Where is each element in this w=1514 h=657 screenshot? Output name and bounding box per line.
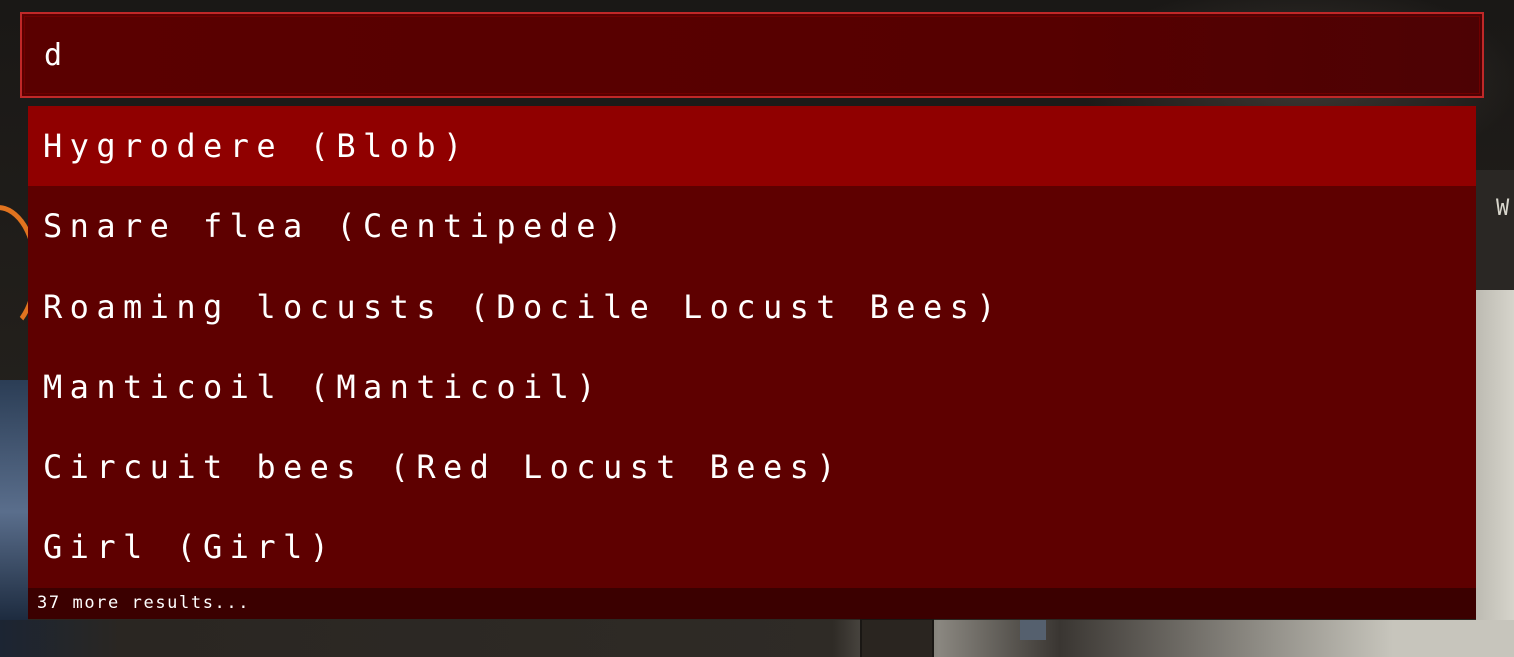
background-wall-light — [1476, 290, 1514, 657]
result-item[interactable]: Circuit bees (Red Locust Bees) — [28, 427, 1476, 508]
background-floor — [0, 620, 1514, 657]
result-item[interactable]: Roaming locusts (Docile Locust Bees) — [28, 266, 1476, 347]
background-panel — [1020, 620, 1046, 640]
background-blue-machine — [0, 380, 28, 620]
results-list: Hygrodere (Blob) Snare flea (Centipede) … — [28, 106, 1476, 588]
background-wall-dark — [1476, 170, 1514, 290]
more-results-label: 37 more results... — [28, 588, 1476, 619]
result-item[interactable]: Manticoil (Manticoil) — [28, 346, 1476, 428]
background-crate — [860, 618, 934, 657]
search-input[interactable] — [44, 32, 1244, 78]
search-box[interactable] — [20, 12, 1484, 98]
background-edge-glyph: W — [1496, 196, 1510, 221]
result-item[interactable]: Snare flea (Centipede) — [28, 186, 1476, 267]
result-item[interactable]: Hygrodere (Blob) — [28, 106, 1476, 187]
game-viewport: W Hygrodere (Blob) Snare flea (Centipede… — [0, 0, 1514, 657]
result-item[interactable]: Girl (Girl) — [28, 507, 1476, 588]
